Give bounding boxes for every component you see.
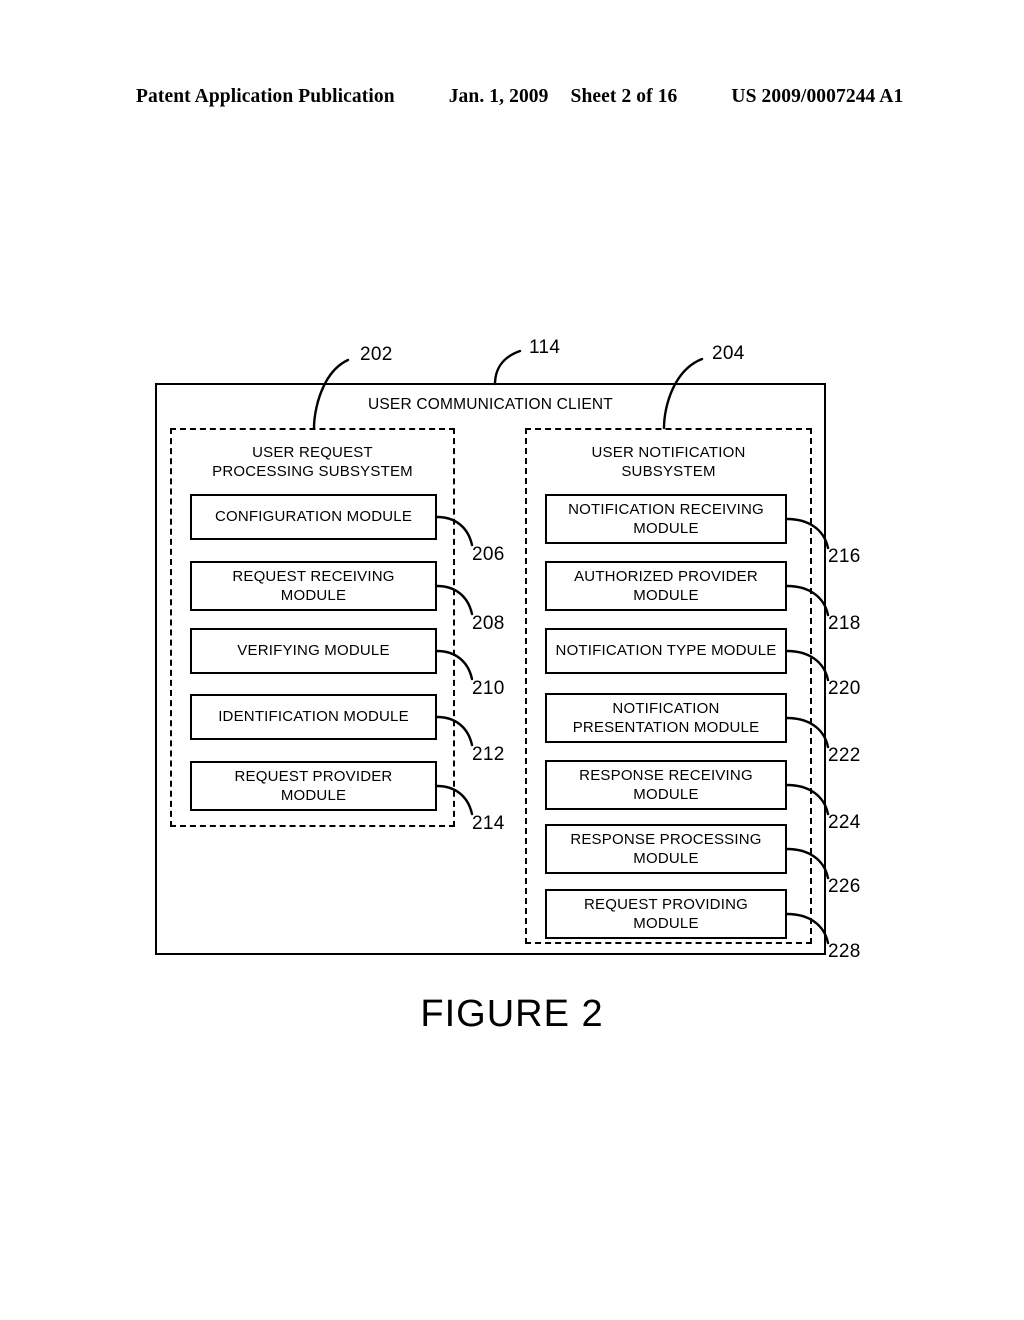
figure-caption: FIGURE 2 [420, 993, 604, 1035]
identification-module-box: IDENTIFICATION MODULE [190, 694, 437, 740]
ref-226: 226 [828, 876, 861, 897]
patent-figure-2: USER COMMUNICATION CLIENT USER REQUEST P… [0, 0, 1024, 1320]
user-communication-client-label: USER COMMUNICATION CLIENT [368, 396, 613, 413]
ref-224: 224 [828, 812, 861, 833]
ref-214: 214 [472, 813, 505, 834]
leader-114 [493, 349, 522, 386]
notification-presentation-module-box: NOTIFICATION PRESENTATION MODULE [545, 693, 787, 743]
configuration-module-label: CONFIGURATION MODULE [214, 508, 413, 526]
authorized-provider-module-box: AUTHORIZED PROVIDER MODULE [545, 561, 787, 611]
ref-206: 206 [472, 544, 505, 565]
authorized-provider-module-label: AUTHORIZED PROVIDER MODULE [574, 567, 758, 605]
ref-204: 204 [712, 343, 745, 364]
request-provider-module-label: REQUEST PROVIDER MODULE [234, 767, 393, 805]
ref-202: 202 [360, 344, 393, 365]
ref-210: 210 [472, 678, 505, 699]
response-receiving-module-label: RESPONSE RECEIVING MODULE [579, 766, 753, 804]
configuration-module-box: CONFIGURATION MODULE [190, 494, 437, 540]
ref-222: 222 [828, 745, 861, 766]
response-processing-module-box: RESPONSE PROCESSING MODULE [545, 824, 787, 874]
ref-220: 220 [828, 678, 861, 699]
identification-module-label: IDENTIFICATION MODULE [218, 708, 409, 726]
response-processing-module-label: RESPONSE PROCESSING MODULE [570, 830, 762, 868]
user-notification-subsystem-label: USER NOTIFICATION SUBSYSTEM [591, 444, 746, 480]
verifying-module-label: VERIFYING MODULE [237, 642, 390, 660]
request-receiving-module-box: REQUEST RECEIVING MODULE [190, 561, 437, 611]
request-receiving-module-label: REQUEST RECEIVING MODULE [232, 567, 395, 605]
verifying-module-box: VERIFYING MODULE [190, 628, 437, 674]
user-request-processing-subsystem-label: USER REQUEST PROCESSING SUBSYSTEM [212, 444, 413, 480]
request-provider-module-box: REQUEST PROVIDER MODULE [190, 761, 437, 811]
notification-presentation-module-label: NOTIFICATION PRESENTATION MODULE [572, 699, 760, 737]
notification-type-module-box: NOTIFICATION TYPE MODULE [545, 628, 787, 674]
ref-114: 114 [529, 337, 561, 358]
response-receiving-module-box: RESPONSE RECEIVING MODULE [545, 760, 787, 810]
request-providing-module-box: REQUEST PROVIDING MODULE [545, 889, 787, 939]
notification-receiving-module-label: NOTIFICATION RECEIVING MODULE [568, 500, 764, 538]
ref-212: 212 [472, 744, 505, 765]
ref-208: 208 [472, 613, 505, 634]
ref-228: 228 [828, 941, 861, 962]
notification-receiving-module-box: NOTIFICATION RECEIVING MODULE [545, 494, 787, 544]
ref-218: 218 [828, 613, 861, 634]
ref-216: 216 [828, 546, 861, 567]
notification-type-module-label: NOTIFICATION TYPE MODULE [555, 642, 777, 660]
request-providing-module-label: REQUEST PROVIDING MODULE [584, 895, 748, 933]
